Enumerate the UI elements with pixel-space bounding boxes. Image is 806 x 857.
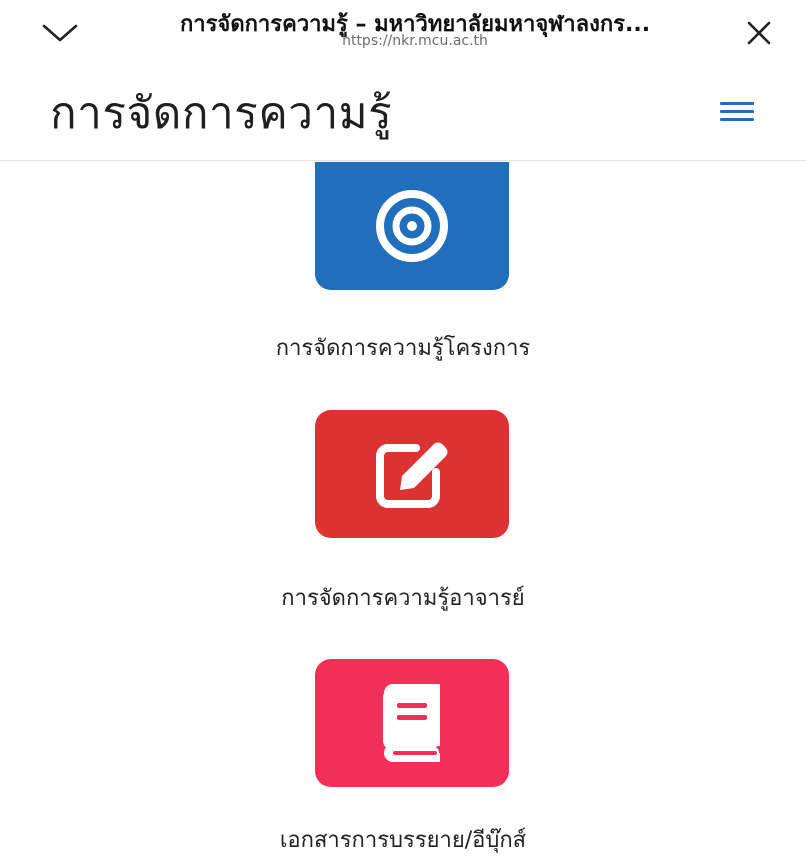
tile-teacher-knowledge[interactable] (315, 410, 509, 538)
hamburger-line (720, 118, 754, 121)
book-icon (383, 684, 440, 762)
tile-project-knowledge[interactable] (315, 162, 509, 290)
close-icon[interactable] (746, 20, 772, 46)
hamburger-line (720, 102, 754, 105)
hamburger-line (720, 110, 754, 113)
browser-top-bar: การจัดการความรู้ – มหาวิทยาลัยมหาจุฬาลงก… (0, 0, 806, 60)
hamburger-menu-icon[interactable] (720, 102, 754, 124)
browser-url: https://nkr.mcu.ac.th (342, 33, 488, 49)
tile-lecture-documents[interactable] (315, 659, 509, 787)
tile-label-teacher-knowledge[interactable]: การจัดการความรู้อาจารย์ (0, 580, 806, 615)
site-title[interactable]: การจัดการความรู้ (50, 78, 392, 148)
tile-label-project-knowledge[interactable]: การจัดการความรู้โครงการ (0, 330, 806, 365)
target-icon (376, 190, 448, 262)
chevron-down-icon[interactable] (40, 18, 80, 46)
site-header: การจัดการความรู้ (0, 60, 806, 161)
edit-icon (376, 442, 448, 508)
